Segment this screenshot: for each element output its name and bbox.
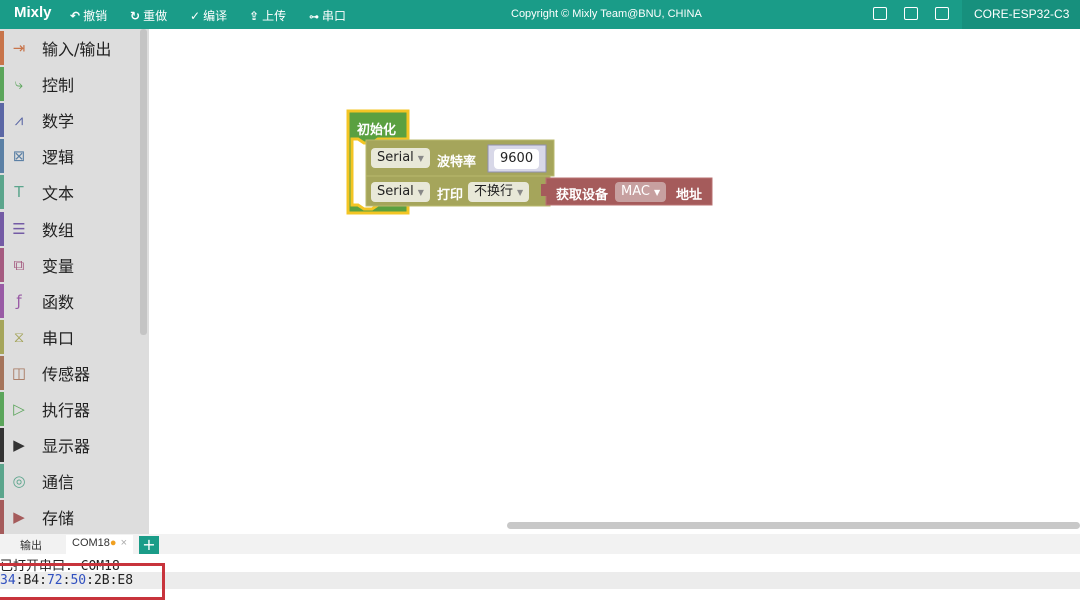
dropdown-arrow-icon: ▼ (517, 188, 524, 197)
dropdown-arrow-icon: ▼ (653, 188, 661, 197)
dropdown-arrow-icon: ▼ (417, 188, 424, 197)
tab-output[interactable]: 输出 (20, 537, 42, 553)
add-tab-button[interactable]: + (139, 536, 159, 554)
baud-input[interactable]: 9600 (494, 149, 540, 169)
unsaved-dot-icon: ● (109, 537, 117, 549)
dropdown-arrow-icon: ▼ (417, 154, 424, 163)
print-label: 打印 (437, 188, 464, 203)
address-label: 地址 (676, 188, 703, 203)
serial-select-1[interactable]: Serial ▼ (371, 148, 430, 168)
mac-select[interactable]: MAC ▼ (615, 182, 667, 202)
close-icon[interactable]: × (121, 537, 127, 549)
get-device-label: 获取设备 (556, 188, 609, 203)
annotation-highlight-box (0, 563, 165, 600)
output-tabs (0, 534, 1080, 554)
newline-select[interactable]: 不换行 ▼ (468, 182, 530, 202)
workspace-horizontal-scrollbar[interactable] (507, 522, 1080, 529)
block-canvas (346, 109, 713, 215)
setup-label: 初始化 (357, 123, 397, 138)
baud-label: 波特率 (437, 155, 477, 170)
serial-select-2[interactable]: Serial ▼ (371, 182, 430, 202)
